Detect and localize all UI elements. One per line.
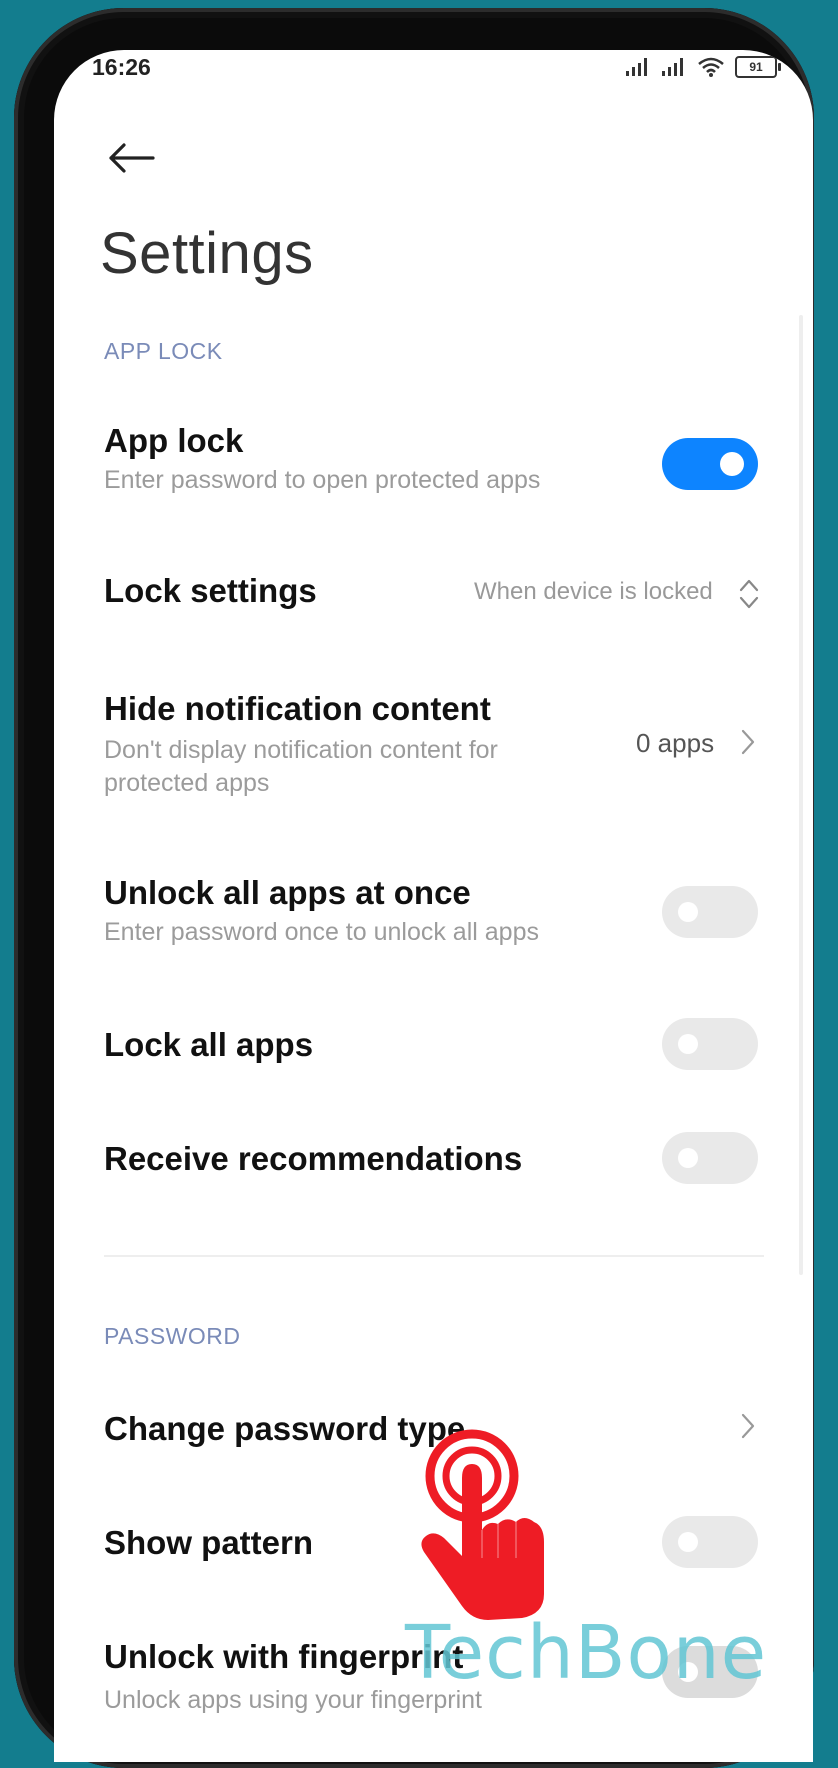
lock-settings-title: Lock settings [104,572,317,609]
hide-notification-subtitle: Don't display notification content for p… [104,736,498,797]
chevron-up-down-icon [738,578,760,615]
status-time: 16:26 [92,54,151,80]
arrow-left-icon [109,142,155,178]
section-header-password: PASSWORD [104,1323,241,1349]
unlock-all-toggle[interactable] [662,886,758,938]
battery-icon: 91 [735,56,781,78]
page-title: Settings [100,221,314,286]
toggle-knob [678,902,698,922]
recommendations-title: Receive recommendations [104,1140,523,1177]
toggle-knob [678,1034,698,1054]
recommendations-toggle[interactable] [662,1132,758,1184]
show-pattern-title: Show pattern [104,1524,314,1561]
section-divider [104,1255,764,1257]
chevron-right-icon [740,728,756,761]
lock-all-title: Lock all apps [104,1026,314,1063]
wifi-icon [697,56,725,78]
status-icons: 91 [625,56,781,78]
app-lock-toggle[interactable] [662,438,758,490]
toggle-knob [720,452,744,476]
hide-notification-value: 0 apps [636,728,715,758]
app-lock-subtitle: Enter password to open protected apps [104,466,541,494]
back-button[interactable] [102,130,162,190]
app-lock-title: App lock [104,422,244,459]
signal-icon [661,57,687,77]
status-bar: 16:26 91 [54,50,813,110]
signal-icon [625,57,651,77]
lock-all-toggle[interactable] [662,1018,758,1070]
tap-hand-icon [410,1418,560,1628]
toggle-knob [678,1148,698,1168]
chevron-right-icon [740,1412,756,1445]
unlock-all-subtitle: Enter password once to unlock all apps [104,918,539,946]
lock-settings-value: When device is locked [474,578,713,605]
scrollbar[interactable] [799,315,803,1275]
section-header-app-lock: APP LOCK [104,338,223,364]
unlock-all-title: Unlock all apps at once [104,874,471,911]
watermark: TechBone [405,1610,768,1696]
hide-notification-title: Hide notification content [104,690,491,727]
show-pattern-toggle[interactable] [662,1516,758,1568]
toggle-knob [678,1532,698,1552]
